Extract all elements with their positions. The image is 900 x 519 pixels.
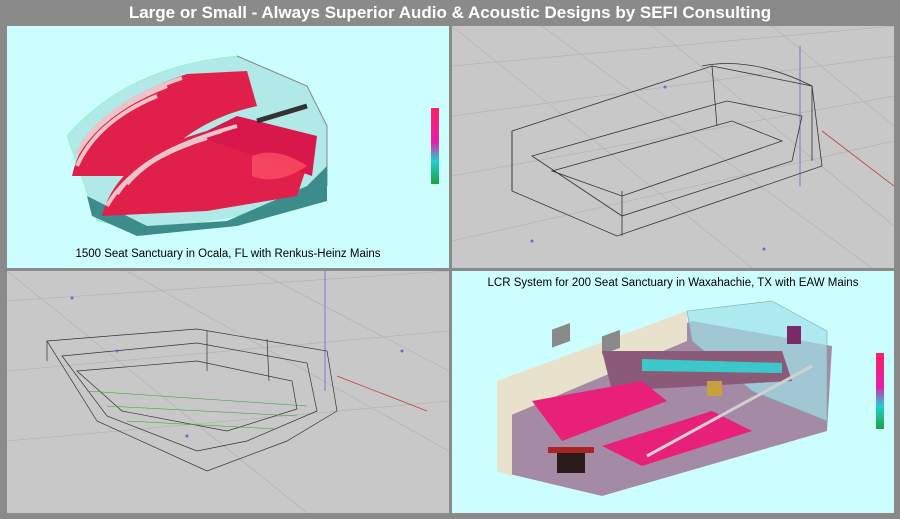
panel-wireframe-seating [7, 271, 449, 513]
panel-ocala-sanctuary: 1500 Seat Sanctuary in Ocala, FL with Re… [7, 26, 449, 268]
panel-wireframe-room [452, 26, 894, 268]
color-scale-legend-icon [431, 108, 439, 184]
panel-caption: 1500 Seat Sanctuary in Ocala, FL with Re… [75, 248, 381, 260]
wireframe-seating-model [7, 271, 449, 513]
page-title: Large or Small - Always Superior Audio &… [128, 3, 772, 22]
page-frame: Large or Small - Always Superior Audio &… [0, 0, 900, 519]
panel-caption: LCR System for 200 Seat Sanctuary in Wax… [487, 277, 859, 289]
color-scale-legend-icon [876, 353, 884, 429]
wireframe-room-model [452, 26, 894, 268]
panel-waxahachie-sanctuary: LCR System for 200 Seat Sanctuary in Wax… [452, 271, 894, 513]
